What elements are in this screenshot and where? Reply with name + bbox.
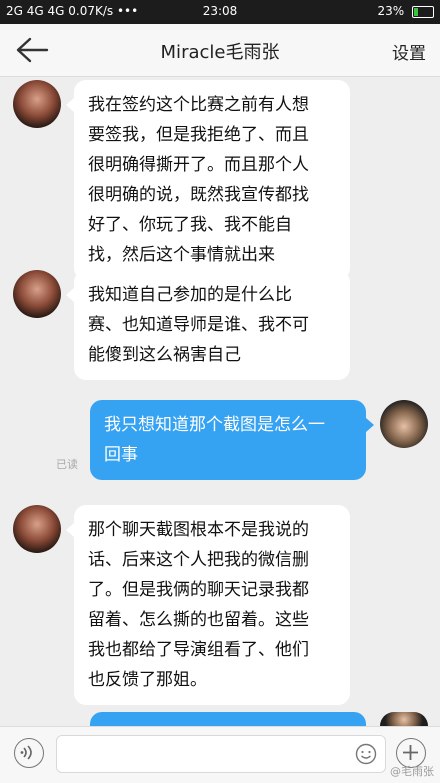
status-time: 23:08: [202, 4, 238, 18]
read-receipt: 已读: [56, 458, 78, 471]
contact-avatar[interactable]: [13, 505, 61, 553]
chat-header: Miracle毛雨张 设置: [0, 24, 440, 77]
status-bar: 2G 4G 4G 0.07K/s ••• 23:08 23%: [0, 0, 440, 24]
message-bubble-incoming[interactable]: 我在签约这个比赛之前有人想 要签我，但是我拒绝了、而且 很明确得撕开了。而且那个…: [66, 80, 350, 280]
message-bubble-outgoing-partial[interactable]: [90, 712, 366, 726]
chat-title: Miracle毛雨张: [160, 42, 280, 63]
battery-icon: [412, 5, 434, 18]
emoji-icon[interactable]: [355, 743, 377, 765]
voice-input-button[interactable]: [14, 738, 44, 768]
settings-button[interactable]: 设置: [392, 39, 426, 64]
user-avatar[interactable]: [380, 712, 428, 726]
message-input[interactable]: [56, 735, 386, 773]
watermark: @毛雨张: [390, 765, 434, 778]
user-avatar[interactable]: [380, 400, 428, 448]
contact-avatar[interactable]: [13, 80, 61, 128]
message-bubble-outgoing[interactable]: 我只想知道那个截图是怎么一 回事: [90, 400, 374, 480]
input-bar: @毛雨张: [0, 726, 440, 783]
battery-percent: 23%: [377, 4, 405, 18]
contact-avatar[interactable]: [13, 270, 61, 318]
voice-icon: [20, 745, 32, 760]
message-bubble-incoming[interactable]: 那个聊天截图根本不是我说的 话、后来这个人把我的微信删 了。但是我俩的聊天记录我…: [66, 505, 350, 705]
message-bubble-incoming[interactable]: 我知道自己参加的是什么比 赛、也知道导师是谁、我不可 能傻到这么祸害自己: [66, 270, 350, 380]
plus-icon: [403, 745, 418, 760]
battery-status: 23%: [377, 4, 434, 18]
